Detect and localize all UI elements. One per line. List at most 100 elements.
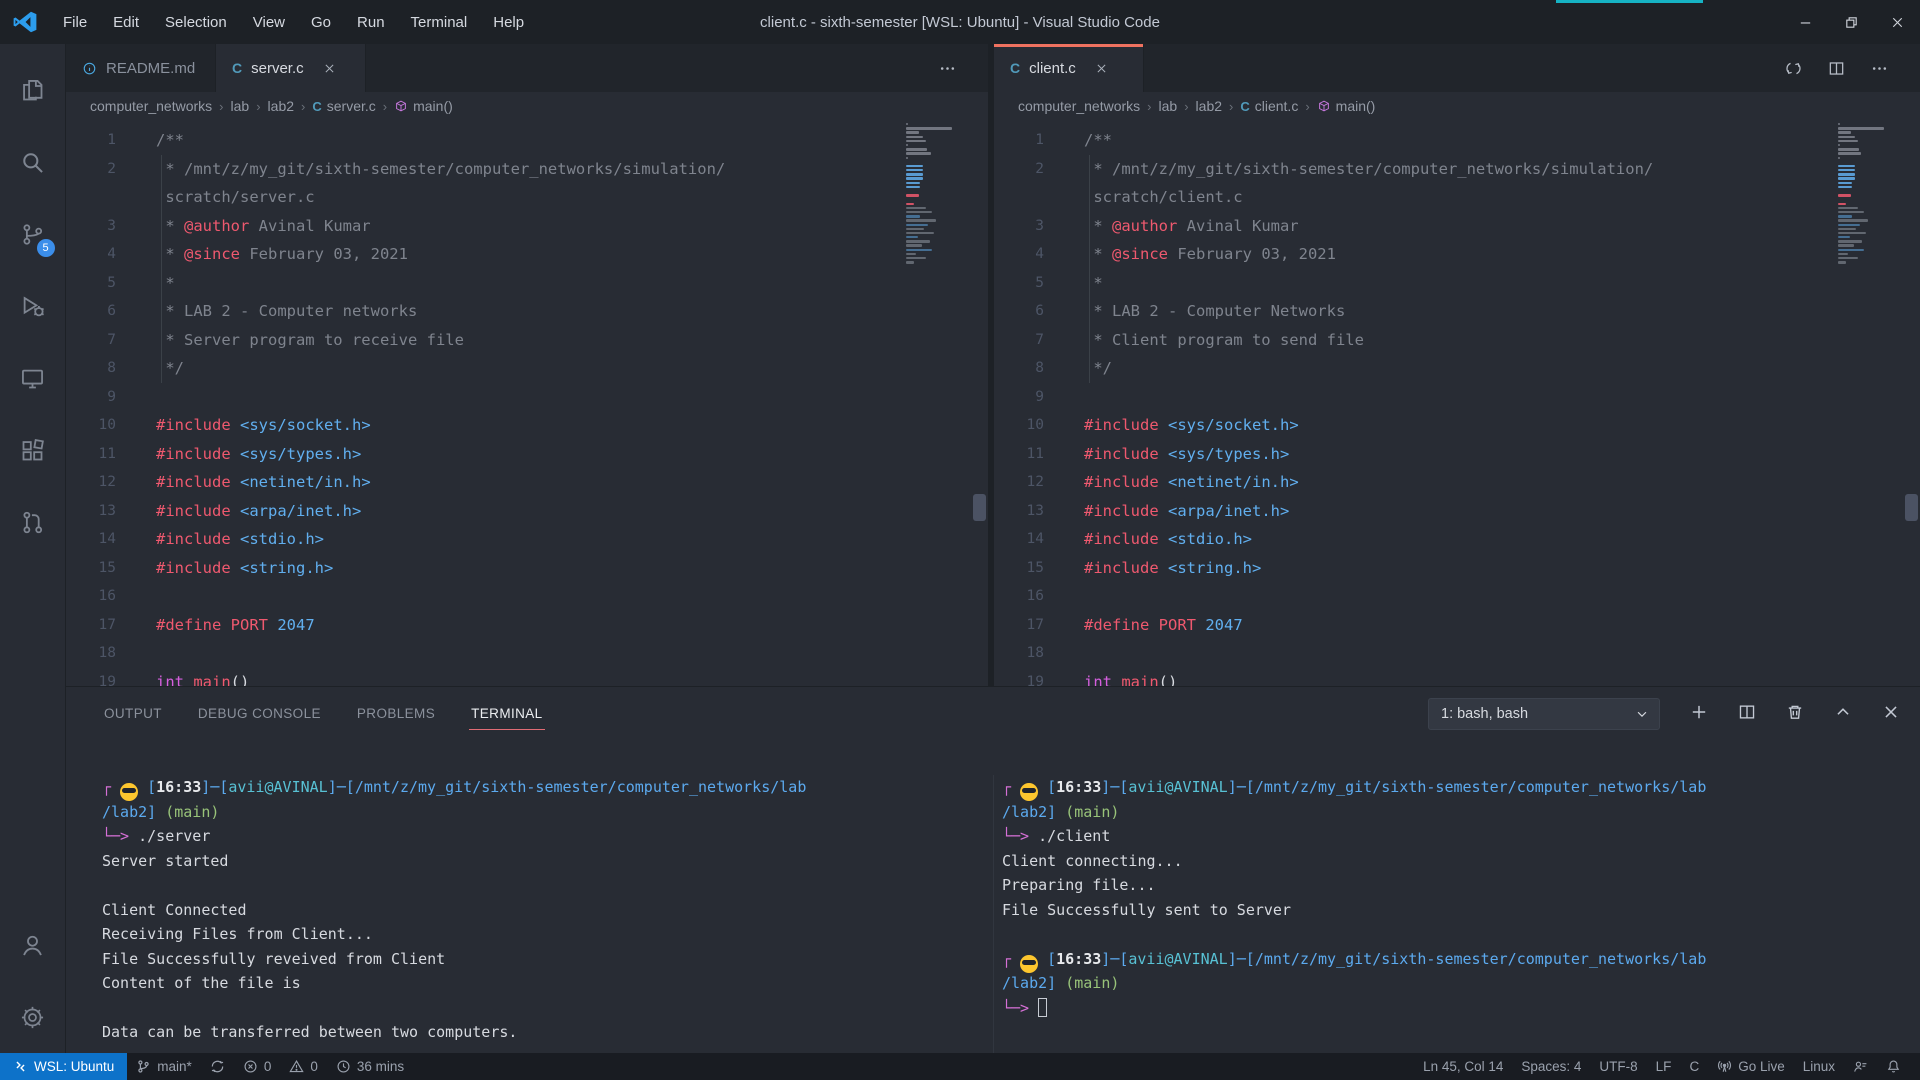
status-remote-indicator[interactable]: WSL: Ubuntu [0, 1053, 127, 1080]
code-text [126, 582, 156, 611]
status-encoding[interactable]: UTF-8 [1590, 1053, 1646, 1080]
search-icon[interactable] [0, 126, 66, 198]
minimap-line [1838, 232, 1866, 234]
new-terminal-button[interactable] [1690, 703, 1708, 726]
menu-item-help[interactable]: Help [482, 9, 535, 36]
status-warnings[interactable]: 0 [280, 1053, 327, 1080]
tab-label: client.c [1029, 60, 1076, 77]
panel-tab-debug-console[interactable]: DEBUG CONSOLE [196, 698, 323, 730]
line-number: 11 [994, 440, 1054, 469]
line-number: 7 [994, 326, 1054, 355]
status-label: LF [1656, 1059, 1672, 1074]
code-line: 19int main() [994, 668, 1920, 687]
minimap-line [1838, 127, 1884, 129]
tab-server-c[interactable]: Cserver.c [216, 44, 366, 92]
swap-editors-icon[interactable] [1785, 60, 1802, 77]
line-number: 9 [66, 383, 126, 412]
status-cursor-position[interactable]: Ln 45, Col 14 [1414, 1053, 1512, 1080]
status-time-tracker[interactable]: 36 mins [327, 1053, 413, 1080]
minimap-line [906, 207, 926, 209]
menu-item-selection[interactable]: Selection [154, 9, 238, 36]
breadcrumb-item[interactable]: lab2 [1196, 98, 1222, 114]
explorer-icon[interactable] [0, 54, 66, 126]
tab-readme-md[interactable]: README.md [66, 44, 216, 92]
status-errors[interactable]: 0 [234, 1053, 281, 1080]
breadcrumb-item[interactable]: computer_networks [90, 98, 212, 114]
more-actions-icon[interactable] [1871, 60, 1888, 77]
terminal-line: Server started [102, 849, 993, 874]
menu-item-run[interactable]: Run [346, 9, 396, 36]
source-control-icon[interactable]: 5 [0, 198, 66, 270]
code-editor[interactable]: 1/**2 * /mnt/z/my_git/sixth-semester/com… [994, 120, 1920, 686]
code-text: #define PORT 2047 [126, 611, 315, 640]
breadcrumb-item[interactable]: Cclient.c [1240, 98, 1298, 114]
remote-explorer-icon[interactable] [0, 342, 66, 414]
breadcrumb-item[interactable]: Cserver.c [312, 98, 375, 114]
code-line: 19int main() [66, 668, 988, 687]
extensions-icon[interactable] [0, 414, 66, 486]
code-text: * [1054, 269, 1103, 298]
breadcrumb-label: main() [1336, 98, 1376, 114]
breadcrumb-item[interactable]: lab [1159, 98, 1178, 114]
breadcrumb-item[interactable]: lab2 [268, 98, 294, 114]
more-actions-icon[interactable] [939, 60, 956, 77]
close-panel-button[interactable] [1882, 703, 1900, 726]
line-number: 7 [66, 326, 126, 355]
close-tab-icon[interactable] [323, 62, 336, 75]
breadcrumb: computer_networks›lab›lab2›Cserver.c›mai… [66, 92, 988, 120]
minimap[interactable] [906, 123, 954, 265]
tab-client-c[interactable]: Cclient.c [994, 44, 1144, 92]
status-language-mode[interactable]: C [1680, 1053, 1708, 1080]
terminal-pane-1[interactable]: ┌ 😎 [16:33]─[avii@AVINAL]─[/mnt/z/my_git… [66, 775, 993, 1053]
status-eol[interactable]: LF [1647, 1053, 1681, 1080]
settings-icon[interactable] [0, 981, 66, 1053]
status-notifications[interactable] [1877, 1053, 1910, 1080]
status-os[interactable]: Linux [1794, 1053, 1844, 1080]
menu-bar: FileEditSelectionViewGoRunTerminalHelp [52, 9, 535, 36]
split-editor-icon[interactable] [1828, 60, 1845, 77]
panel-tab-output[interactable]: OUTPUT [102, 698, 164, 730]
minimap[interactable] [1838, 123, 1886, 265]
pull-requests-icon[interactable] [0, 486, 66, 558]
close-tab-icon[interactable] [1095, 62, 1108, 75]
maximize-panel-button[interactable] [1834, 703, 1852, 726]
menu-item-view[interactable]: View [242, 9, 296, 36]
terminal-line: Client Connected [102, 898, 993, 923]
status-label: 36 mins [357, 1059, 404, 1074]
breadcrumb-item[interactable]: main() [1317, 98, 1376, 114]
scrollbar-thumb[interactable] [1905, 494, 1918, 521]
menu-item-go[interactable]: Go [300, 9, 342, 36]
minimap-line [1838, 207, 1858, 209]
code-line: scratch/client.c [994, 183, 1920, 212]
panel-tab-problems[interactable]: PROBLEMS [355, 698, 437, 730]
breadcrumb-item[interactable]: computer_networks [1018, 98, 1140, 114]
status-feedback[interactable] [1844, 1053, 1877, 1080]
panel-tab-terminal[interactable]: TERMINAL [469, 698, 544, 730]
kill-terminal-button[interactable] [1786, 703, 1804, 726]
restore-button[interactable] [1828, 0, 1874, 44]
accounts-icon[interactable] [0, 909, 66, 981]
status-go-live[interactable]: Go Live [1708, 1053, 1794, 1080]
code-editor[interactable]: 1/**2 * /mnt/z/my_git/sixth-semester/com… [66, 120, 988, 686]
minimap-line [1838, 236, 1850, 238]
minimap-line [906, 232, 934, 234]
status-indentation[interactable]: Spaces: 4 [1512, 1053, 1590, 1080]
breadcrumb-item[interactable]: lab [231, 98, 250, 114]
status-git-branch[interactable]: main* [127, 1053, 201, 1080]
scrollbar-thumb[interactable] [973, 494, 986, 521]
line-number: 12 [66, 468, 126, 497]
breadcrumb-item[interactable]: main() [394, 98, 453, 114]
split-terminal-button[interactable] [1738, 703, 1756, 726]
minimize-button[interactable] [1782, 0, 1828, 44]
minimap-line [906, 261, 914, 263]
breadcrumb-separator: › [1184, 99, 1188, 114]
menu-item-edit[interactable]: Edit [102, 9, 150, 36]
menu-item-terminal[interactable]: Terminal [400, 9, 479, 36]
terminal-pane-2[interactable]: ┌ 😎 [16:33]─[avii@AVINAL]─[/mnt/z/my_git… [993, 775, 1920, 1053]
terminal-picker-dropdown[interactable]: 1: bash, bash [1428, 698, 1660, 730]
status-bar: WSL: Ubuntumain* 00 36 mins Ln 45, Col 14S… [0, 1053, 1920, 1080]
menu-item-file[interactable]: File [52, 9, 98, 36]
run-and-debug-icon[interactable] [0, 270, 66, 342]
status-sync[interactable] [201, 1053, 234, 1080]
close-window-button[interactable] [1874, 0, 1920, 44]
